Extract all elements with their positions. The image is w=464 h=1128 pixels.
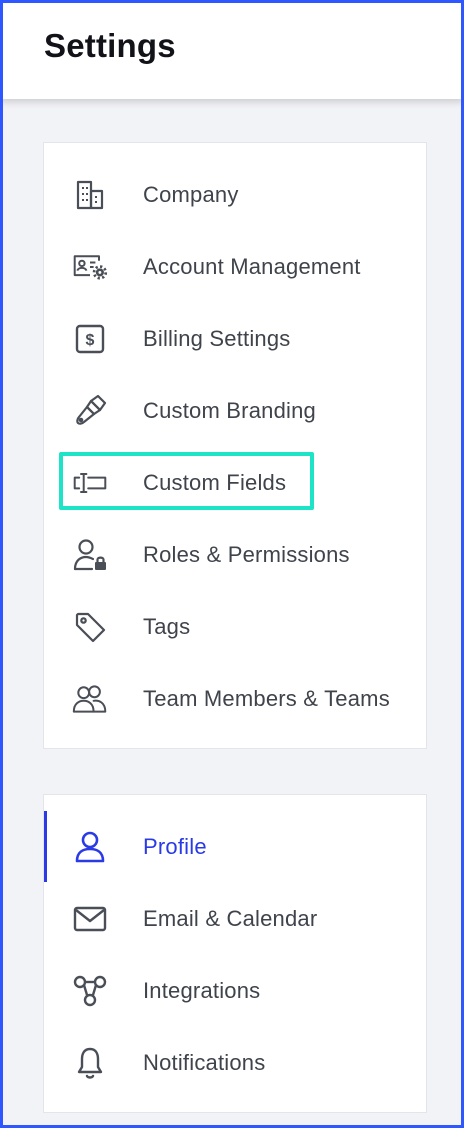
nav-item-label: Email & Calendar xyxy=(143,906,318,931)
nav-item-label: Notifications xyxy=(143,1050,266,1075)
nav-item-label: Tags xyxy=(143,614,191,639)
nav-item-billing-settings[interactable]: $ Billing Settings xyxy=(44,303,428,375)
tag-icon xyxy=(72,609,108,645)
nav-item-profile[interactable]: Profile xyxy=(44,811,428,883)
nav-item-email-calendar[interactable]: Email & Calendar xyxy=(44,883,428,955)
dollar-square-icon: $ xyxy=(72,321,108,357)
nav-item-tags[interactable]: Tags xyxy=(44,591,428,663)
users-icon xyxy=(72,681,108,717)
integrations-icon xyxy=(72,973,108,1009)
paintbrush-icon xyxy=(72,393,108,429)
nav-item-notifications[interactable]: Notifications xyxy=(44,1027,428,1099)
nav-item-label: Billing Settings xyxy=(143,326,291,351)
user-icon xyxy=(72,829,108,865)
nav-item-label: Custom Branding xyxy=(143,398,316,423)
custom-fields-highlight xyxy=(59,452,314,510)
nav-item-label: Profile xyxy=(143,834,207,859)
nav-item-company[interactable]: Company xyxy=(44,159,428,231)
personal-settings-card: Profile Email & Calendar Integrations No… xyxy=(43,794,427,1113)
envelope-icon xyxy=(72,901,108,937)
nav-item-label: Team Members & Teams xyxy=(143,686,390,711)
org-settings-card: Company Account Management $ Billing Set… xyxy=(43,142,427,749)
nav-item-integrations[interactable]: Integrations xyxy=(44,955,428,1027)
nav-item-roles-permissions[interactable]: Roles & Permissions xyxy=(44,519,428,591)
page-title: Settings xyxy=(44,27,176,64)
nav-item-label: Company xyxy=(143,182,239,207)
nav-item-team-members-teams[interactable]: Team Members & Teams xyxy=(44,663,428,735)
nav-item-custom-branding[interactable]: Custom Branding xyxy=(44,375,428,447)
nav-item-label: Account Management xyxy=(143,254,361,279)
nav-item-label: Roles & Permissions xyxy=(143,542,350,567)
building-icon xyxy=(72,177,108,213)
user-lock-icon xyxy=(72,537,108,573)
svg-text:$: $ xyxy=(86,332,95,349)
page-header: Settings xyxy=(0,0,464,99)
nav-item-label: Integrations xyxy=(143,978,261,1003)
bell-icon xyxy=(72,1045,108,1081)
id-card-gear-icon xyxy=(72,249,108,285)
nav-item-account-management[interactable]: Account Management xyxy=(44,231,428,303)
